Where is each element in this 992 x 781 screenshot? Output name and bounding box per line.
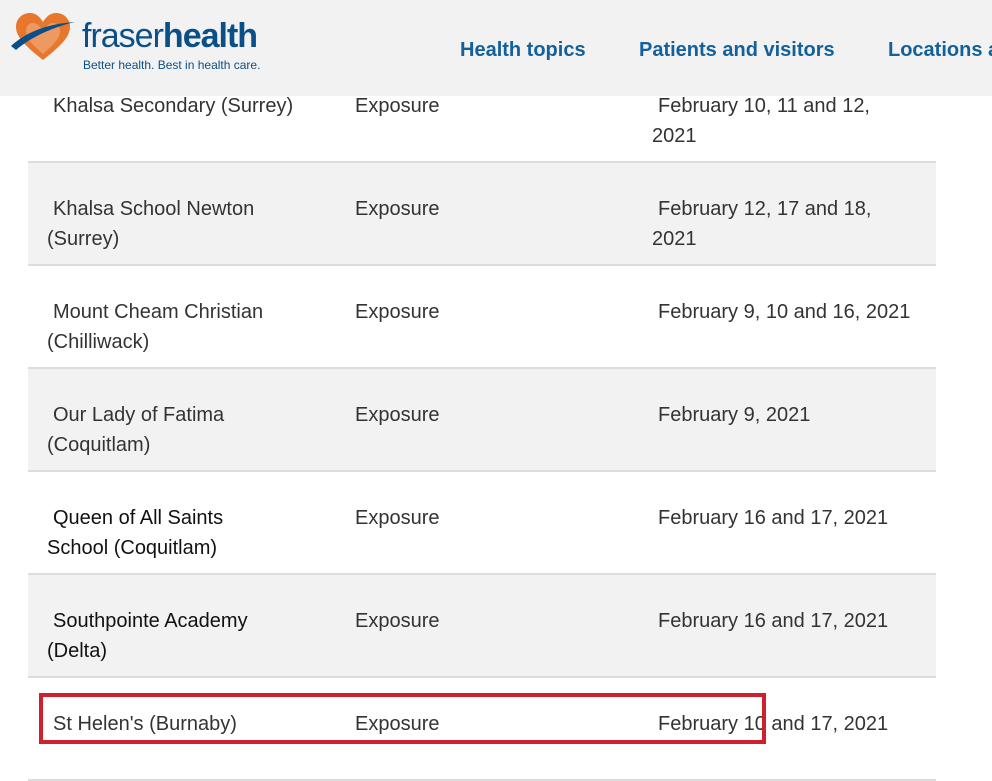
school-name-line2: (Surrey) [47, 228, 120, 250]
dates-line2: 2021 [652, 228, 697, 250]
school-name-line1: Khalsa Secondary (Surrey) [53, 95, 294, 117]
logo-name-bold: health [162, 17, 258, 55]
dates-line1: February 12, 17 and 18, [658, 198, 872, 220]
fraserhealth-logo[interactable]: fraserhealth Better health. Best in heal… [10, 8, 260, 78]
table-row: Mount Cheam Christian (Chilliwack) Exposu… [28, 266, 936, 369]
logo-name-light: fraser [82, 17, 164, 55]
school-name-cell: Khalsa School Newton (Surrey) [47, 194, 307, 254]
school-name-cell: Our Lady of Fatima (Coquitlam) [47, 400, 307, 460]
school-name-cell: Queen of All Saints School (Coquitlam) [47, 503, 307, 563]
school-name-line1: Mount Cheam Christian [53, 301, 264, 323]
table-row: Khalsa School Newton (Surrey) Exposure Fe… [28, 163, 936, 266]
dates-line1: February 9, 10 and 16, 2021 [658, 301, 911, 323]
school-name-line1: Our Lady of Fatima [53, 404, 225, 426]
nav-health-topics[interactable]: Health topics [460, 38, 586, 62]
school-name-line1: Southpointe Academy [53, 610, 248, 632]
nav-locations[interactable]: Locations a [888, 38, 992, 62]
dates-line2: 2021 [652, 125, 697, 147]
exposure-type-cell: Exposure [355, 507, 440, 529]
school-name-line2: (Coquitlam) [47, 434, 151, 456]
table-row: Southpointe Academy (Delta) Exposure Febr… [28, 575, 936, 678]
exposure-type-cell: Exposure [355, 301, 440, 323]
school-name-line2: (Delta) [47, 640, 108, 662]
logo-wordmark: fraserhealth [82, 16, 258, 56]
table-row: Queen of All Saints School (Coquitlam) Ex… [28, 472, 936, 575]
dates-line1: February 9, 2021 [658, 404, 811, 426]
exposure-dates-cell: February 16 and 17, 2021 [652, 503, 922, 533]
school-name-cell: Southpointe Academy (Delta) [47, 606, 307, 666]
school-name-line2: (Chilliwack) [47, 331, 150, 353]
exposure-type-cell: Exposure [355, 198, 440, 220]
exposure-dates-cell: February 9, 10 and 16, 2021 [652, 297, 922, 327]
school-name-line1: Queen of All Saints [53, 507, 224, 529]
exposure-dates-cell: February 16 and 17, 2021 [652, 606, 922, 636]
school-name-line2: School (Coquitlam) [47, 537, 218, 559]
table-row: Our Lady of Fatima (Coquitlam) Exposure F… [28, 369, 936, 472]
exposure-dates-cell: February 10, 11 and 12, 2021 [652, 91, 922, 151]
heart-swoosh-icon [11, 13, 75, 60]
exposure-dates-cell: February 12, 17 and 18, 2021 [652, 194, 922, 254]
exposure-dates-cell: February 9, 2021 [652, 400, 922, 430]
school-exposures-table: Khalsa Secondary (Surrey) Exposure Febru… [28, 60, 936, 781]
exposure-type-cell: Exposure [355, 610, 440, 632]
site-header: fraserhealth Better health. Best in heal… [0, 0, 992, 96]
dates-line1: February 16 and 17, 2021 [658, 507, 889, 529]
school-name-cell: Mount Cheam Christian (Chilliwack) [47, 297, 307, 357]
dates-line1: February 16 and 17, 2021 [658, 610, 889, 632]
dates-line1: February 10, 11 and 12, [658, 95, 870, 117]
logo-tagline: Better health. Best in health care. [83, 58, 261, 72]
highlight-annotation-box [39, 693, 766, 744]
nav-patients-and-visitors[interactable]: Patients and visitors [639, 38, 835, 62]
exposure-type-cell: Exposure [355, 404, 440, 426]
school-name-line1: Khalsa School Newton [53, 198, 255, 220]
